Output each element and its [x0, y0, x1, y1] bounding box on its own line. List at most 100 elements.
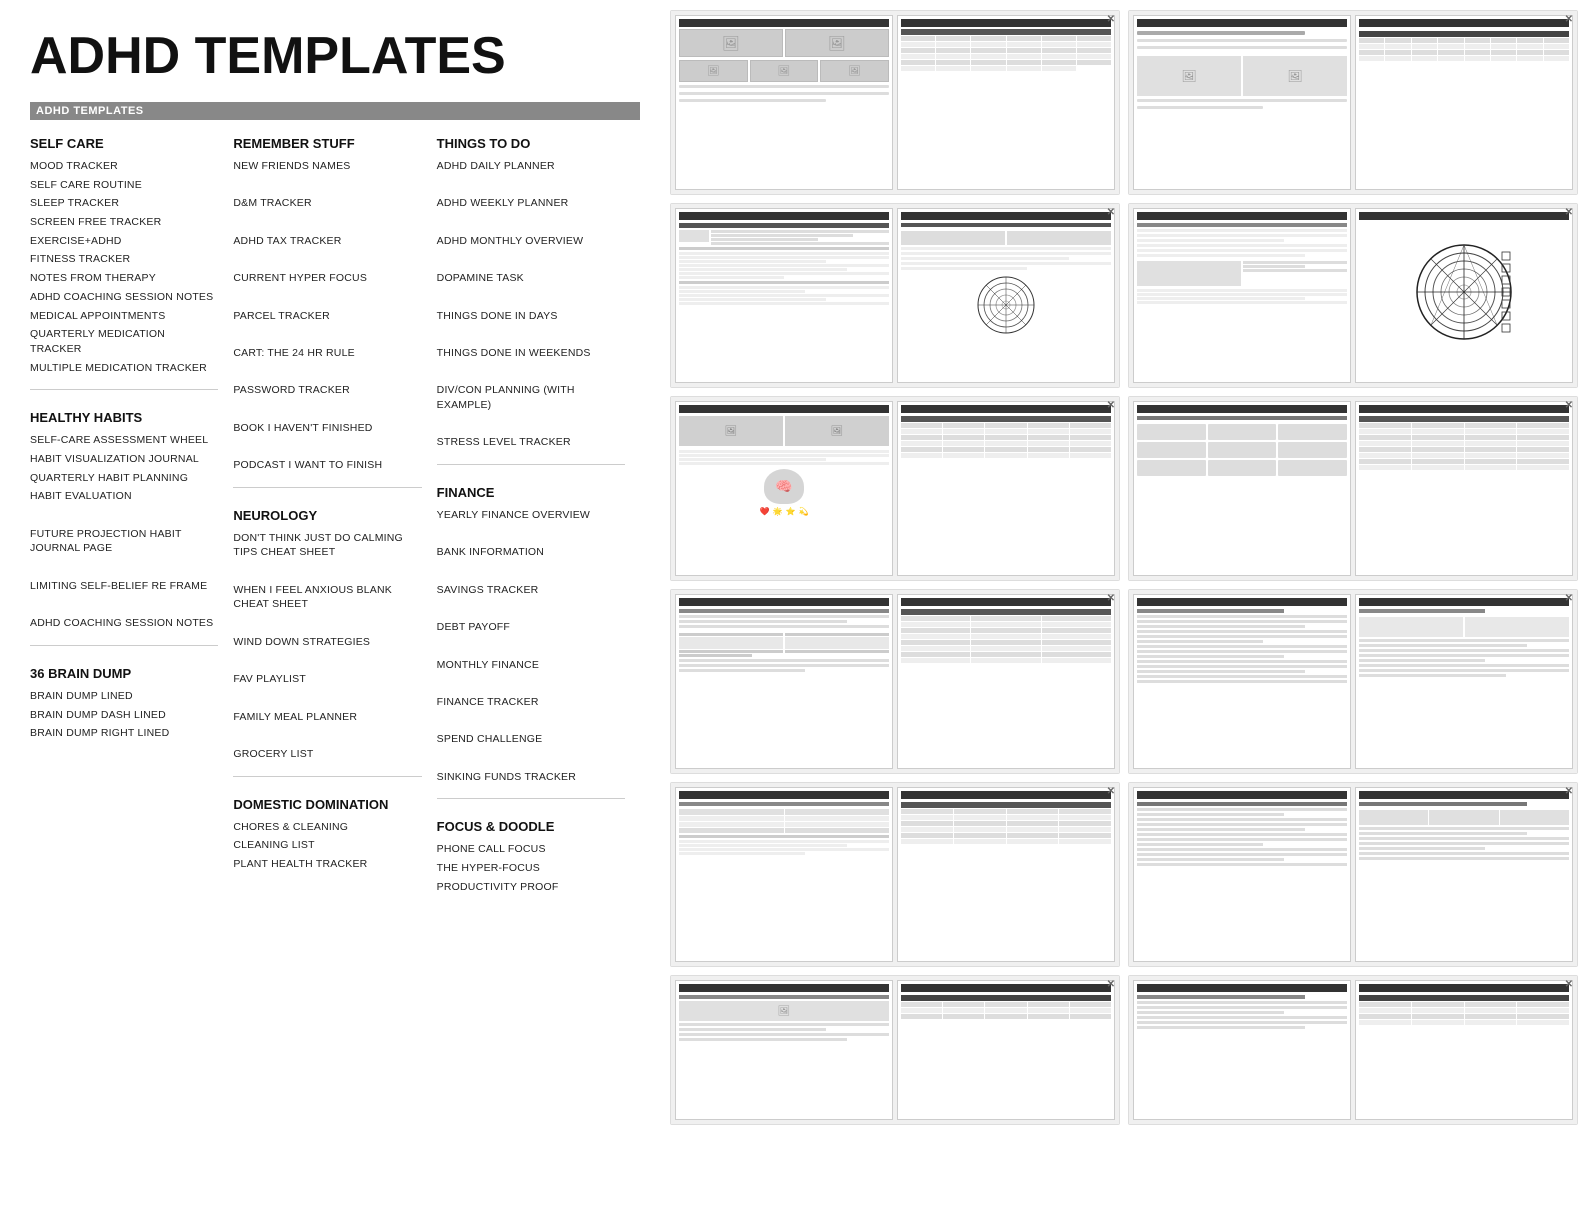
category-healthy-habits: HEALTHY HABITS	[30, 410, 218, 425]
main-title: ADHD TEMPLATES	[30, 30, 640, 82]
close-btn-5[interactable]: ✕	[1107, 400, 1115, 411]
preview-multi-9: ✕	[671, 783, 1119, 966]
item-spend	[437, 714, 625, 729]
mini-header-1a	[679, 19, 889, 27]
item-future-proj	[30, 508, 218, 523]
item-dont-think: DON'T THINK JUST DO CALMING TIPS CHEAT S…	[233, 531, 421, 560]
sub-doc-10b	[1355, 787, 1573, 962]
sub-doc-3a	[675, 208, 893, 383]
item-wind-down	[233, 616, 421, 631]
img-ph-2b: 🖼	[1243, 56, 1347, 96]
item-self-care-routine: SELF CARE ROUTINE	[30, 178, 218, 193]
sub-doc-5a: 🖼 🖼 🧠 ❤️ 🌟	[675, 401, 893, 576]
item-quarterly-med: QUARTERLY MEDICATION TRACKER	[30, 327, 218, 356]
item-things-weekends	[437, 327, 625, 342]
item-sleep-tracker: SLEEP TRACKER	[30, 196, 218, 211]
mini-header-2b	[1359, 19, 1569, 27]
close-btn-8[interactable]: ✕	[1565, 593, 1573, 604]
img-5a-2: 🖼	[785, 416, 889, 446]
item-adhd-coaching3: ADHD COACHING SESSION NOTES	[30, 616, 218, 631]
item-book2: BOOK I HAVEN'T FINISHED	[233, 421, 421, 436]
close-btn-6[interactable]: ✕	[1565, 400, 1573, 411]
sub-doc-6b	[1355, 401, 1573, 576]
item-monthly-finance2: MONTHLY FINANCE	[437, 658, 625, 673]
img-ph-2a: 🖼	[1137, 56, 1241, 96]
mini-header-5a	[679, 405, 889, 413]
sub-doc-1a: 🖼 🖼 🖼 🖼 🖼	[675, 15, 893, 190]
close-btn-9[interactable]: ✕	[1107, 786, 1115, 797]
item-notes-therapy: NOTES FROM THERAPY	[30, 271, 218, 286]
close-btn-1[interactable]: ✕	[1107, 14, 1115, 25]
item-hyper-focus2: CURRENT HYPER FOCUS	[233, 271, 421, 286]
item-stress	[437, 417, 625, 432]
mini-header-11a	[679, 984, 889, 992]
item-fav-playlist	[233, 654, 421, 669]
item-monthly-overview	[437, 215, 625, 230]
item-meal-planner	[233, 691, 421, 706]
preview-card-4: ✕	[1128, 203, 1578, 388]
col-2: REMEMBER STUFF NEW FRIENDS NAMES D&M TRA…	[233, 136, 436, 898]
close-btn-3[interactable]: ✕	[1107, 207, 1115, 218]
item-things-days	[437, 290, 625, 305]
preview-card-9: ✕	[670, 782, 1120, 967]
sub-doc-9b	[897, 787, 1115, 962]
item-limiting-belief	[30, 560, 218, 575]
item-medical-appt: MEDICAL APPOINTMENTS	[30, 309, 218, 324]
mini-header-9a	[679, 791, 889, 799]
brain-img: 🧠	[764, 469, 804, 504]
item-anxious	[233, 564, 421, 579]
category-domestic: DOMESTIC DOMINATION	[233, 797, 421, 812]
item-quarterly-habit: QUARTERLY HABIT PLANNING	[30, 471, 218, 486]
item-exercise-adhd: EXERCISE+ADHD	[30, 234, 218, 249]
item-dopamine2: DOPAMINE TASK	[437, 271, 625, 286]
sub-doc-8a	[1133, 594, 1351, 769]
preview-multi-2: 🖼 🖼	[1129, 11, 1577, 194]
divider-6	[437, 798, 625, 799]
sub-doc-4b	[1355, 208, 1573, 383]
item-plant-health: PLANT HEALTH TRACKER	[233, 857, 421, 872]
divider-4	[233, 776, 421, 777]
section-header-bar: ADHD TEMPLATES	[30, 102, 640, 120]
close-btn-2[interactable]: ✕	[1565, 14, 1573, 25]
category-self-care: SELF CARE	[30, 136, 218, 151]
ml-2a-1	[1137, 31, 1305, 35]
close-btn-11[interactable]: ✕	[1107, 979, 1115, 990]
img-ph-2: 🖼	[785, 29, 889, 57]
right-panel: 🖼 🖼 🖼 🖼 🖼	[660, 0, 1588, 1135]
close-btn-7[interactable]: ✕	[1107, 593, 1115, 604]
preview-multi-7: ✕	[671, 590, 1119, 773]
sub-doc-5b	[897, 401, 1115, 576]
item-screen-free: SCREEN FREE TRACKER	[30, 215, 218, 230]
item-dm-tracker	[233, 178, 421, 193]
preview-card-12: ✕	[1128, 975, 1578, 1125]
columns-wrapper: SELF CARE MOOD TRACKER SELF CARE ROUTINE…	[30, 136, 640, 898]
close-btn-12[interactable]: ✕	[1565, 979, 1573, 990]
item-anxious2: WHEN I FEEL ANXIOUS BLANK CHEAT SHEET	[233, 583, 421, 612]
item-adhd-tax2: ADHD TAX TRACKER	[233, 234, 421, 249]
item-stress2: STRESS LEVEL TRACKER	[437, 435, 625, 450]
item-brain-lined: BRAIN DUMP LINED	[30, 689, 218, 704]
mini-header-4a	[1137, 212, 1347, 220]
sub-doc-1b	[897, 15, 1115, 190]
item-bank-info	[437, 527, 625, 542]
preview-multi-10: ✕	[1129, 783, 1577, 966]
preview-card-3: ✕	[670, 203, 1120, 388]
mini-header-12b	[1359, 984, 1569, 992]
item-daily-planner: ADHD DAILY PLANNER	[437, 159, 625, 174]
close-btn-4[interactable]: ✕	[1565, 207, 1573, 218]
item-debt	[437, 601, 625, 616]
item-divcon2: DIV/CON PLANNING (WITH EXAMPLE)	[437, 383, 625, 412]
item-fitness-tracker: FITNESS TRACKER	[30, 252, 218, 267]
item-password2: PASSWORD TRACKER	[233, 383, 421, 398]
sub-doc-7b	[897, 594, 1115, 769]
item-dopamine	[437, 252, 625, 267]
mini-line-1	[679, 85, 889, 88]
item-divcon	[437, 365, 625, 380]
left-panel: ADHD TEMPLATES ADHD TEMPLATES SELF CARE …	[0, 0, 660, 1135]
mini-header-3b	[901, 212, 1111, 220]
item-podcast	[233, 439, 421, 454]
divider-3	[233, 487, 421, 488]
preview-card-10: ✕	[1128, 782, 1578, 967]
close-btn-10[interactable]: ✕	[1565, 786, 1573, 797]
sub-doc-6a	[1133, 401, 1351, 576]
